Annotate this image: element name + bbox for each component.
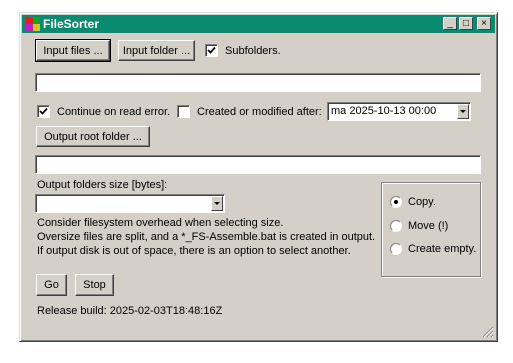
output-path-field[interactable] — [35, 155, 481, 174]
copy-radio[interactable] — [390, 196, 402, 208]
copy-label: Copy. — [408, 196, 436, 208]
date-value: ma 2025-10-13 00:00 — [331, 105, 437, 117]
maximize-button[interactable]: □ — [459, 17, 473, 30]
close-button[interactable]: × — [477, 17, 491, 30]
input-path-field[interactable] — [35, 73, 481, 92]
filesorter-window: FileSorter _ □ × Input files ... Input f… — [19, 12, 498, 342]
continue-on-error-label: Continue on read error. — [57, 106, 171, 118]
title-bar[interactable]: FileSorter _ □ × — [22, 15, 495, 33]
minimize-button[interactable]: _ — [443, 17, 457, 30]
subfolders-label: Subfolders. — [225, 45, 281, 57]
created-or-modified-checkbox[interactable] — [177, 105, 190, 118]
go-button[interactable]: Go — [36, 274, 67, 296]
input-folder-button[interactable]: Input folder ... — [118, 40, 195, 61]
info-line-3: If output disk is out of space, there is… — [37, 245, 351, 257]
app-icon — [26, 17, 40, 31]
create-empty-label: Create empty. — [408, 243, 477, 255]
output-size-combobox[interactable] — [35, 194, 225, 213]
check-icon — [207, 46, 216, 54]
info-line-1: Consider filesystem overhead when select… — [37, 217, 284, 229]
window-title: FileSorter — [43, 17, 100, 31]
dropdown-arrow-icon[interactable] — [211, 196, 223, 211]
created-or-modified-label: Created or modified after: — [197, 106, 322, 118]
output-root-folder-button[interactable]: Output root folder ... — [36, 126, 150, 147]
dropdown-arrow-icon[interactable] — [457, 104, 469, 119]
create-empty-radio[interactable] — [390, 243, 402, 255]
move-radio[interactable] — [390, 220, 402, 232]
date-picker[interactable]: ma 2025-10-13 00:00 — [327, 102, 471, 121]
resize-grip-icon[interactable] — [482, 326, 494, 338]
stop-button[interactable]: Stop — [75, 274, 114, 296]
move-label: Move (!) — [408, 220, 449, 232]
info-line-2: Oversize files are split, and a *_FS-Ass… — [37, 231, 376, 243]
subfolders-checkbox[interactable] — [205, 44, 218, 57]
continue-on-error-checkbox[interactable] — [37, 105, 50, 118]
output-size-label: Output folders size [bytes]: — [37, 179, 168, 191]
release-build-label: Release build: 2025-02-03T18:48:16Z — [37, 305, 223, 317]
check-icon — [39, 107, 48, 115]
input-files-button[interactable]: Input files ... — [35, 39, 111, 62]
